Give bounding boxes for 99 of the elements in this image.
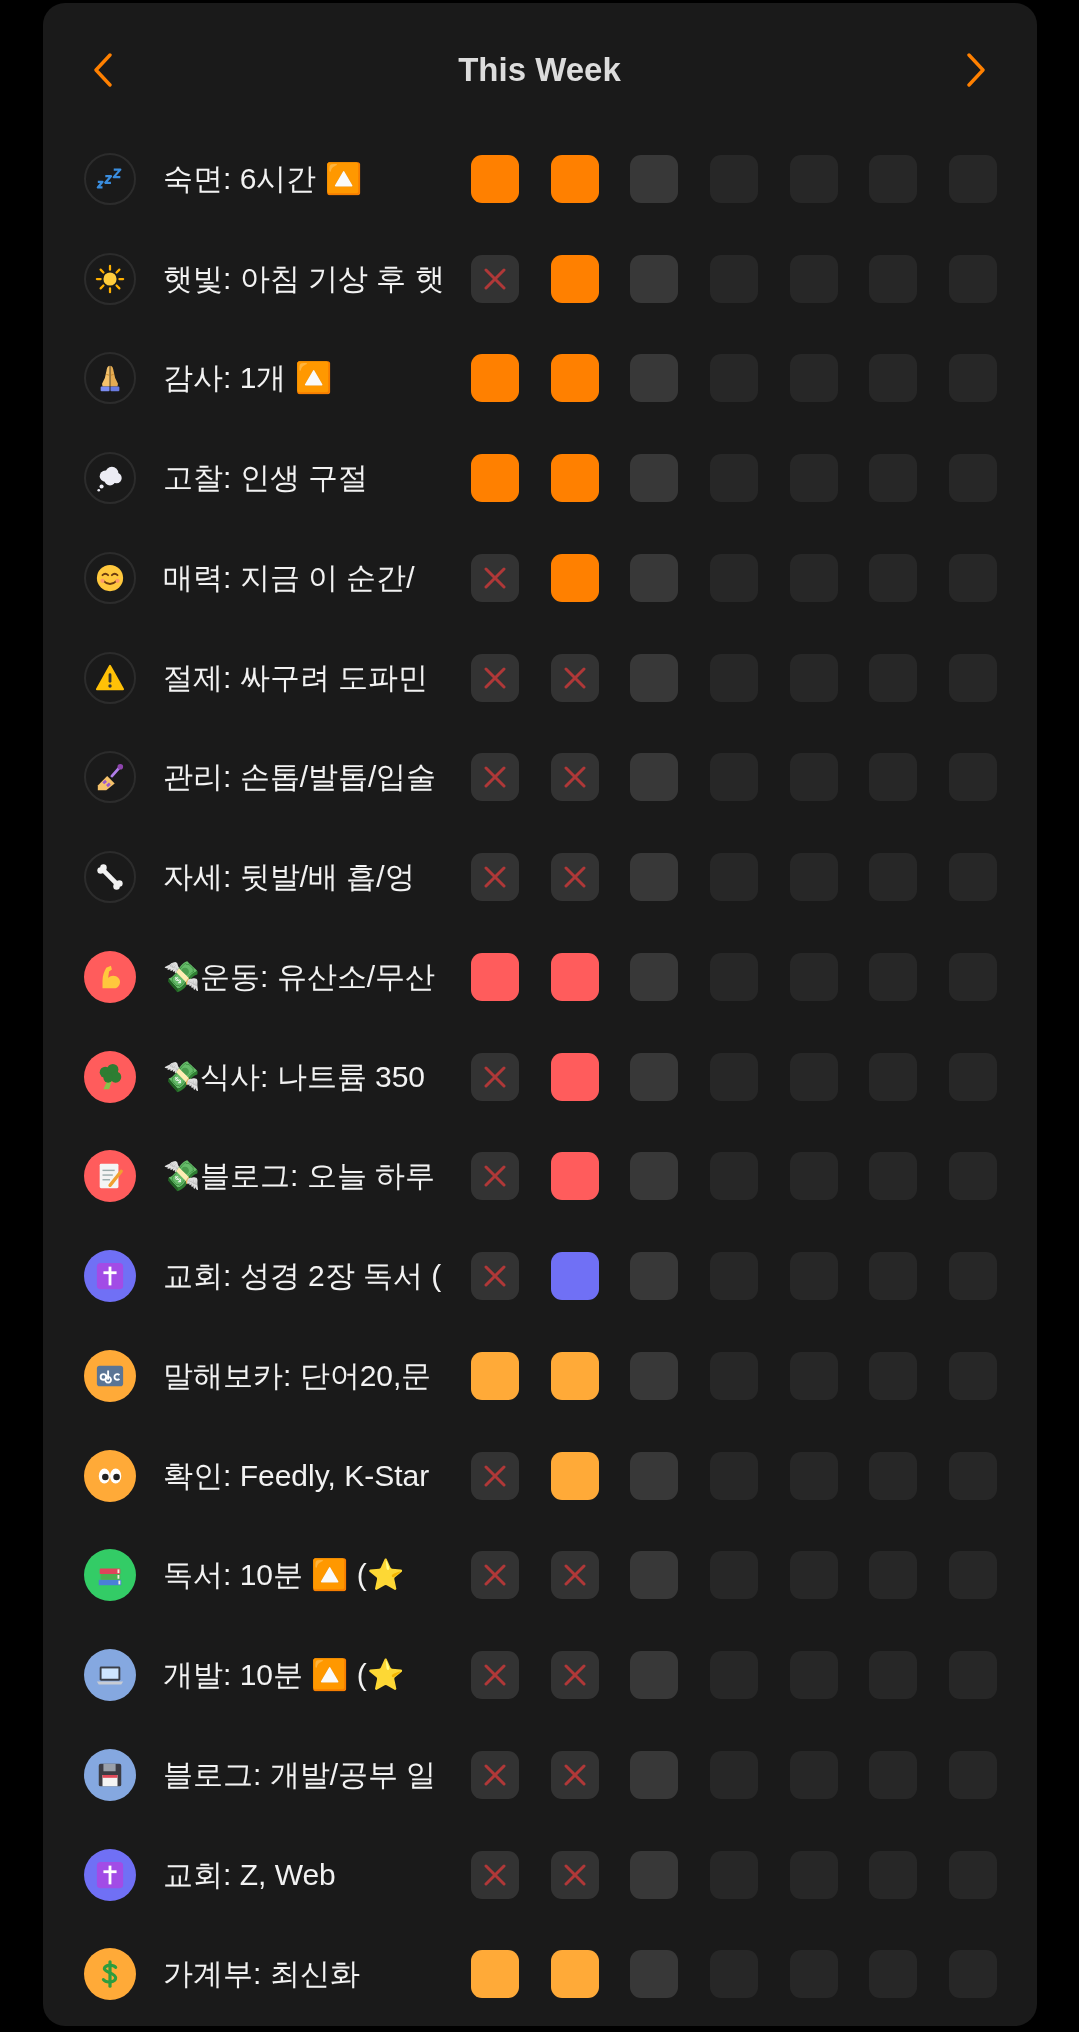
pending-day-cell[interactable] (630, 653, 679, 702)
x-mark-icon (484, 1265, 506, 1288)
x-mark-icon (484, 1564, 506, 1587)
x-mark-icon (484, 566, 506, 589)
pending-day-cell[interactable] (630, 952, 679, 1001)
done-day-cell[interactable] (550, 952, 599, 1001)
habit-name[interactable]: 고찰: 인생 구절 (163, 460, 440, 497)
missed-day-cell[interactable] (471, 1052, 519, 1101)
missed-day-cell[interactable] (471, 1850, 519, 1899)
done-day-cell[interactable] (550, 1351, 599, 1400)
pending-day-cell[interactable] (630, 1252, 679, 1301)
pending-day-cell[interactable] (630, 454, 679, 503)
missed-day-cell[interactable] (471, 1252, 519, 1301)
done-day-cell[interactable] (550, 1950, 599, 1999)
done-day-cell[interactable] (550, 553, 599, 602)
missed-day-cell[interactable] (550, 1551, 599, 1600)
x-mark-icon (484, 1065, 506, 1088)
done-day-cell[interactable] (550, 454, 599, 503)
missed-day-cell[interactable] (471, 1451, 519, 1500)
done-day-cell[interactable] (471, 454, 519, 503)
habit-name[interactable]: 교회: Z, Web (163, 1856, 440, 1893)
done-day-cell[interactable] (471, 354, 519, 403)
pending-day-cell[interactable] (630, 1950, 679, 1999)
done-day-cell[interactable] (550, 154, 599, 203)
done-day-cell[interactable] (550, 1451, 599, 1500)
missed-day-cell[interactable] (550, 1651, 599, 1700)
chevron-left-icon[interactable] (93, 53, 113, 87)
missed-day-cell[interactable] (471, 1750, 519, 1799)
habit-name[interactable]: 💸운동: 유산소/무산 (163, 958, 440, 995)
done-day-cell[interactable] (471, 1351, 519, 1400)
habit-name[interactable]: 관리: 손톱/발톱/입술 (163, 759, 440, 796)
pending-day-cell[interactable] (630, 1052, 679, 1101)
habit-name[interactable]: 확인: Feedly, K-Star (163, 1457, 440, 1494)
pending-day-cell[interactable] (630, 553, 679, 602)
missed-day-cell[interactable] (471, 1651, 519, 1700)
x-mark-icon (563, 1564, 586, 1587)
habit-name[interactable]: 자세: 뒷발/배 흡/엉 (163, 859, 440, 896)
x-mark-icon (484, 1165, 506, 1188)
habit-name[interactable]: 💸블로그: 오늘 하루 (163, 1158, 440, 1195)
x-mark-icon (563, 1763, 586, 1786)
done-day-cell[interactable] (550, 354, 599, 403)
habit-name[interactable]: 가계부: 최신화 (163, 1956, 440, 1993)
x-mark-icon (484, 866, 506, 889)
habit-name[interactable]: 말해보카: 단어20,문 (163, 1357, 440, 1394)
habit-name[interactable]: 감사: 1개 🔼 (163, 360, 440, 397)
habit-name[interactable]: 독서: 10분 🔼 (⭐ (163, 1557, 440, 1594)
done-day-cell[interactable] (471, 1950, 519, 1999)
done-day-cell[interactable] (471, 154, 519, 203)
pending-day-cell[interactable] (630, 1651, 679, 1700)
pending-day-cell[interactable] (630, 354, 679, 403)
pending-day-cell[interactable] (630, 1750, 679, 1799)
x-mark-icon (484, 1863, 506, 1886)
x-mark-icon (563, 1863, 586, 1886)
x-mark-icon (563, 666, 586, 689)
chevron-right-icon[interactable] (966, 53, 986, 87)
x-mark-icon (484, 1763, 506, 1786)
pending-day-cell[interactable] (630, 1551, 679, 1600)
x-mark-icon (563, 1664, 586, 1687)
x-mark-icon (484, 766, 506, 789)
habit-name[interactable]: 개발: 10분 🔼 (⭐ (163, 1657, 440, 1694)
pending-day-cell[interactable] (630, 1850, 679, 1899)
habit-name[interactable]: 블로그: 개발/공부 일 (163, 1756, 440, 1793)
pending-day-cell[interactable] (630, 1152, 679, 1201)
missed-day-cell[interactable] (471, 1551, 519, 1600)
week-title: This Week (458, 51, 621, 89)
pending-day-cell[interactable] (630, 154, 679, 203)
habit-name[interactable]: 교회: 성경 2장 독서 ( (163, 1258, 440, 1295)
pending-day-cell[interactable] (630, 1351, 679, 1400)
habit-name[interactable]: 절제: 싸구려 도파민 (163, 659, 440, 696)
pending-day-cell[interactable] (630, 254, 679, 303)
x-mark-icon (563, 866, 586, 889)
x-mark-icon (484, 1464, 506, 1487)
done-day-cell[interactable] (471, 952, 519, 1001)
missed-day-cell[interactable] (550, 653, 599, 702)
missed-day-cell[interactable] (471, 1152, 519, 1201)
missed-day-cell[interactable] (471, 653, 519, 702)
missed-day-cell[interactable] (471, 553, 519, 602)
pending-day-cell[interactable] (630, 853, 679, 902)
pending-day-cell[interactable] (630, 753, 679, 802)
habit-name[interactable]: 💸식사: 나트륨 350 (163, 1058, 440, 1095)
done-day-cell[interactable] (550, 254, 599, 303)
missed-day-cell[interactable] (471, 254, 519, 303)
done-day-cell[interactable] (550, 1252, 599, 1301)
missed-day-cell[interactable] (550, 1850, 599, 1899)
x-mark-icon (484, 666, 506, 689)
missed-day-cell[interactable] (550, 853, 599, 902)
x-mark-icon (484, 1664, 506, 1687)
missed-day-cell[interactable] (471, 753, 519, 802)
missed-day-cell[interactable] (550, 753, 599, 802)
x-mark-icon (484, 267, 506, 290)
missed-day-cell[interactable] (550, 1750, 599, 1799)
habit-name[interactable]: 햇빛: 아침 기상 후 햇 (163, 260, 440, 297)
done-day-cell[interactable] (550, 1052, 599, 1101)
pending-day-cell[interactable] (630, 1451, 679, 1500)
missed-day-cell[interactable] (471, 853, 519, 902)
habit-name[interactable]: 숙면: 6시간 🔼 (163, 160, 440, 197)
x-mark-icon (563, 766, 586, 789)
done-day-cell[interactable] (550, 1152, 599, 1201)
habit-name[interactable]: 매력: 지금 이 순간/ (163, 559, 440, 596)
